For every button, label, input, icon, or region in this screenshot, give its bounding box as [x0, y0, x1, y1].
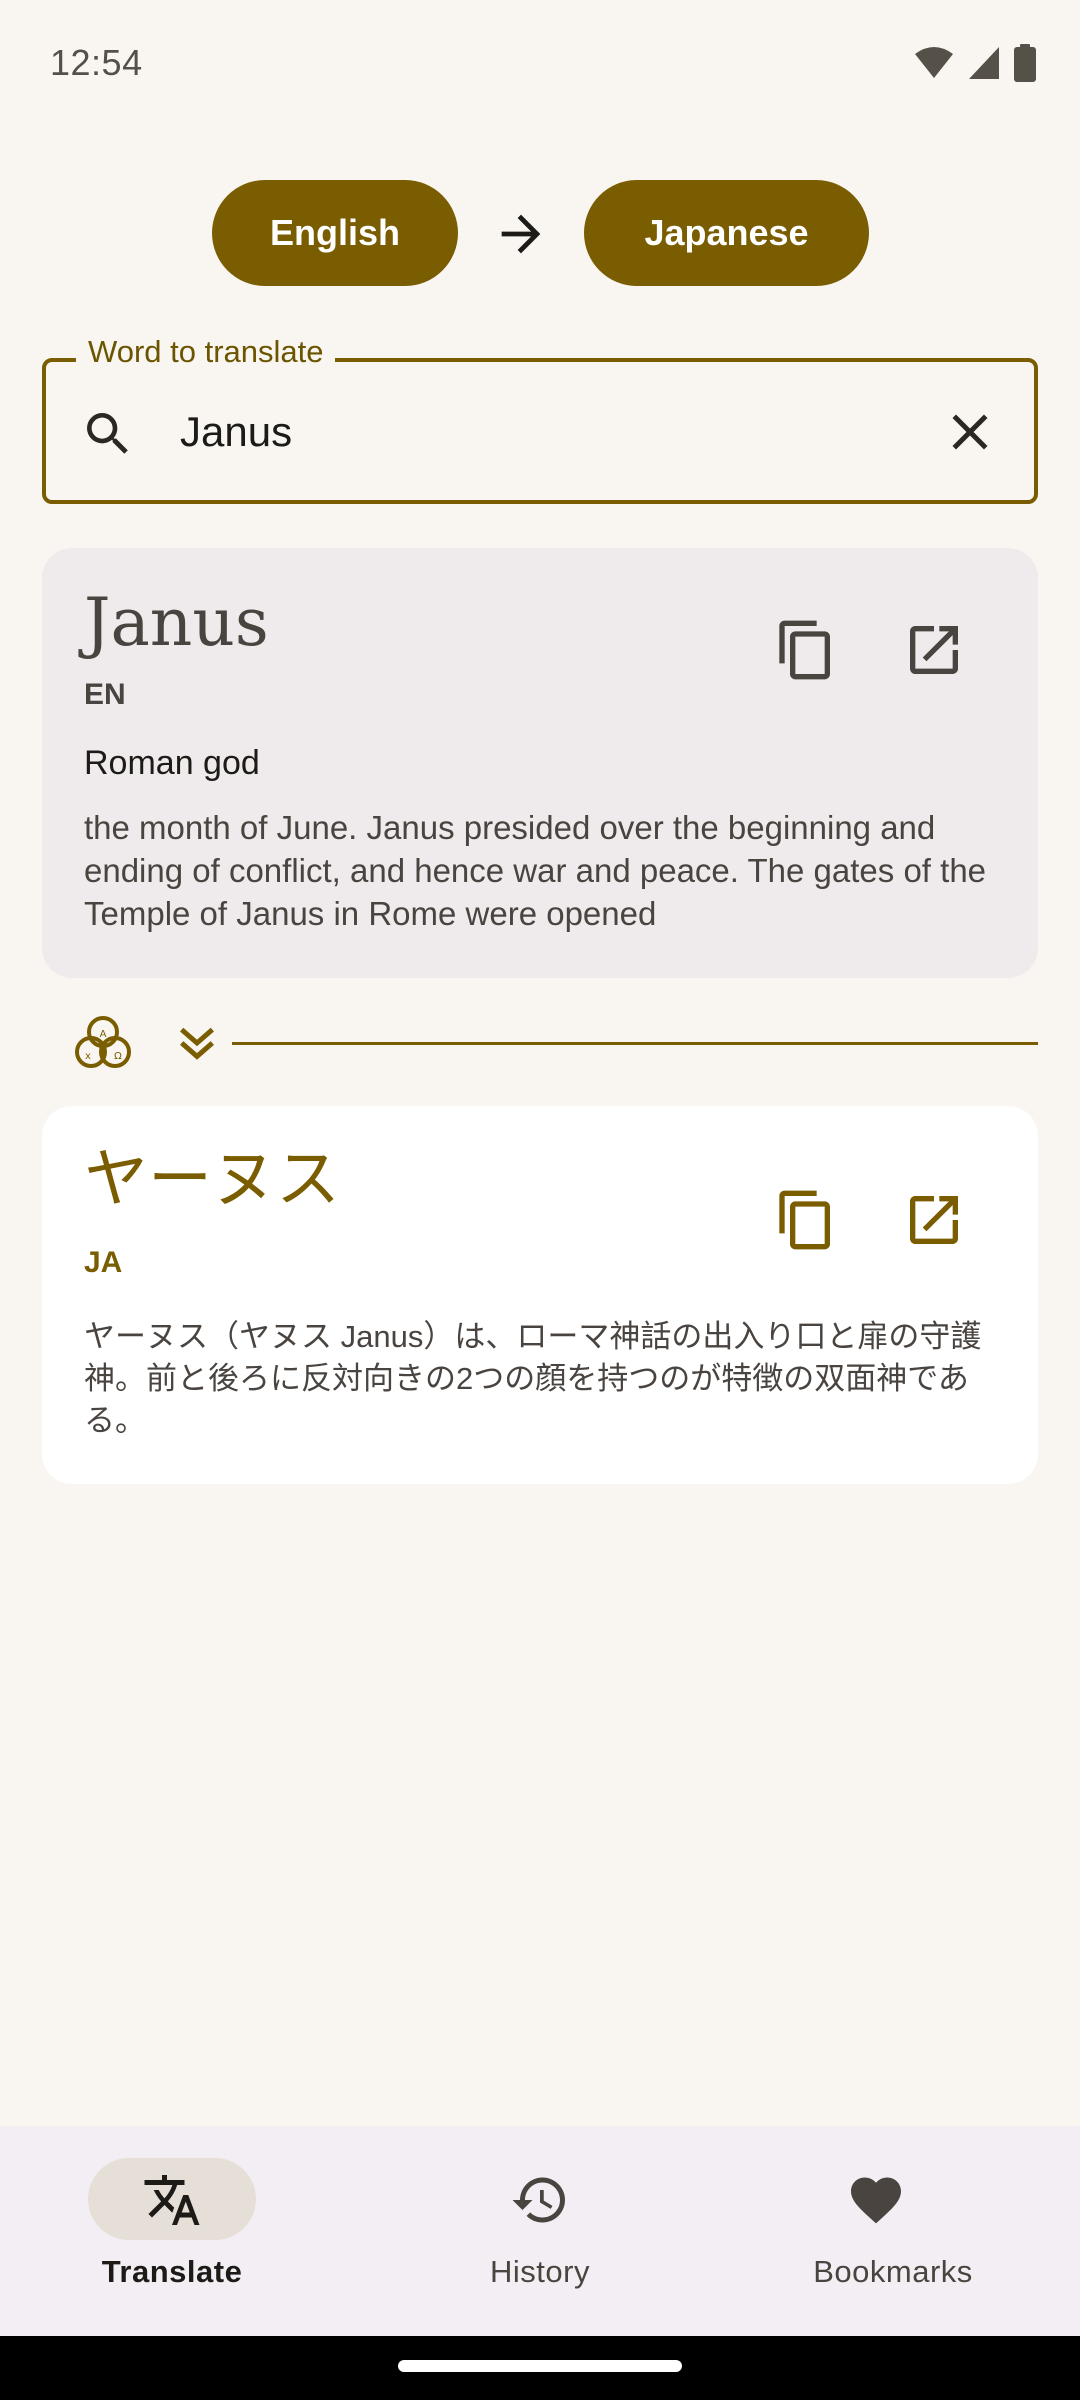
- divider-line: [232, 1042, 1038, 1045]
- source-lang-code: EN: [84, 678, 126, 711]
- svg-text:x: x: [85, 1051, 91, 1062]
- translate-icon: [144, 2175, 200, 2225]
- home-gesture-handle[interactable]: [398, 2360, 682, 2372]
- close-icon[interactable]: [940, 402, 1000, 462]
- open-external-icon[interactable]: [902, 1188, 966, 1252]
- heart-icon: [851, 2177, 901, 2224]
- nav-item-translate[interactable]: Translate: [0, 2126, 360, 2336]
- screen: 12:54 English Japanese Word to translate: [0, 0, 1080, 2400]
- signal-icon: [969, 47, 999, 79]
- target-language-button[interactable]: Japanese: [584, 180, 869, 286]
- word-input-field[interactable]: Word to translate: [42, 334, 1038, 504]
- status-time: 12:54: [50, 42, 143, 83]
- nav-label-history: History: [490, 2254, 590, 2289]
- copy-icon[interactable]: [774, 1188, 838, 1252]
- open-external-icon[interactable]: [902, 618, 966, 682]
- search-icon: [87, 413, 128, 454]
- nav-label-translate: Translate: [101, 2254, 243, 2289]
- battery-icon: [1014, 44, 1036, 82]
- chevron-double-down-icon[interactable]: [174, 1020, 220, 1066]
- translated-lang-code: JA: [84, 1246, 123, 1279]
- system-gesture-bar: [0, 2336, 1080, 2400]
- history-icon: [512, 2177, 565, 2223]
- source-description: the month of June. Janus presided over t…: [84, 809, 987, 932]
- status-icons: [914, 44, 1036, 82]
- status-bar: 12:54: [0, 0, 1080, 130]
- source-word: Janus: [84, 584, 269, 661]
- wifi-icon: [915, 47, 953, 78]
- nav-label-bookmarks: Bookmarks: [813, 2254, 973, 2289]
- svg-text:A: A: [100, 1029, 107, 1040]
- copy-icon[interactable]: [774, 618, 838, 682]
- bottom-navigation: Translate History Bookmarks: [0, 2126, 1080, 2336]
- source-language-button[interactable]: English: [212, 180, 458, 286]
- word-input-label: Word to translate: [76, 334, 336, 370]
- triquetra-icon: A x Ω: [75, 1016, 131, 1068]
- svg-text:Ω: Ω: [114, 1051, 122, 1062]
- translated-word-card: ヤーヌス JA ヤーヌス（ヤヌス Janus）は、ローマ神話の出入り口と扉の守護…: [42, 1106, 1038, 1484]
- translated-description: ヤーヌス（ヤヌス Janus）は、ローマ神話の出入り口と扉の守護神。前と後ろに反…: [84, 1319, 982, 1438]
- language-selector: English Japanese: [0, 180, 1080, 286]
- nav-item-history[interactable]: History: [360, 2126, 720, 2336]
- word-input[interactable]: [180, 392, 880, 472]
- source-word-card: Janus EN Roman god the month of June. Ja…: [42, 548, 1038, 978]
- arrow-right-icon[interactable]: [492, 205, 550, 263]
- nav-item-bookmarks[interactable]: Bookmarks: [720, 2126, 1080, 2336]
- translated-word: ヤーヌス: [84, 1143, 340, 1217]
- source-subtitle: Roman god: [84, 744, 260, 782]
- translation-divider: A x Ω: [42, 1010, 1038, 1076]
